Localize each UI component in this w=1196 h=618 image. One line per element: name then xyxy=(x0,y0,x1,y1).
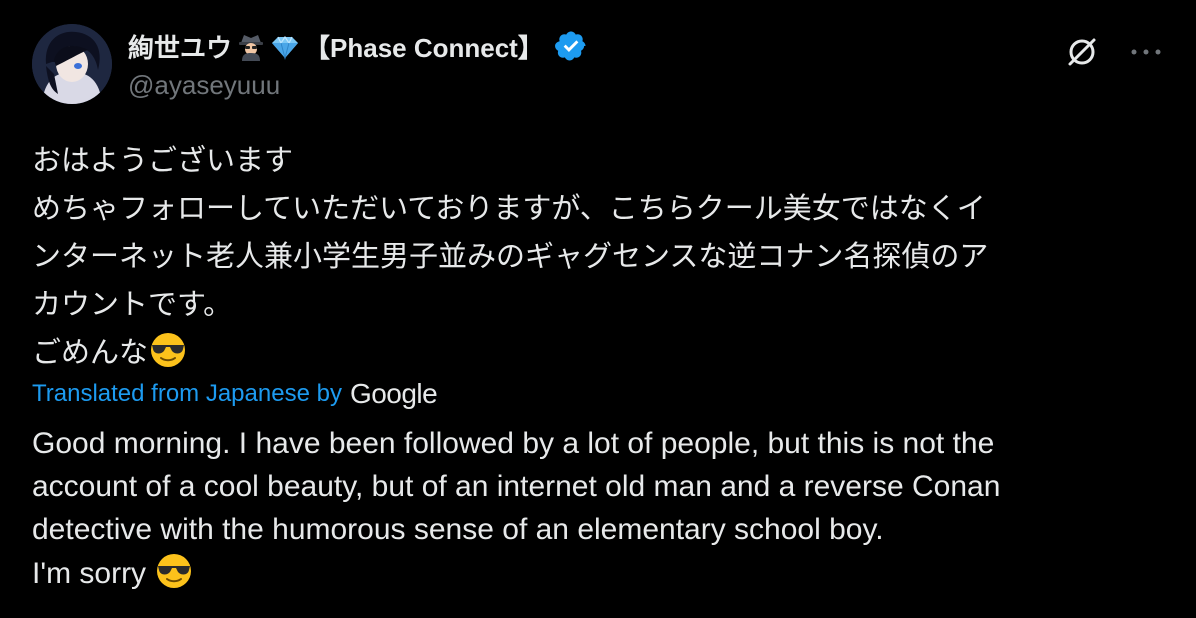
author-name-row[interactable]: 絢世ユウ 【Phase Connect】 xyxy=(128,26,588,66)
grok-icon[interactable] xyxy=(1062,32,1102,72)
gem-icon xyxy=(270,31,300,61)
post-line: ンターネット老人兼小学生男子並みのギャグセンスな逆コナン名探偵のア xyxy=(32,239,989,273)
translated-line: account of a cool beauty, but of an inte… xyxy=(32,470,1001,503)
translated-line-last: I'm sorry xyxy=(32,551,1182,595)
author-handle[interactable]: @ayaseyuuu xyxy=(128,70,280,101)
post-translated-text: Good morning. I have been followed by a … xyxy=(32,422,1182,595)
sunglasses-face-icon xyxy=(148,330,188,370)
verified-badge-icon[interactable] xyxy=(554,29,588,63)
translated-line: Good morning. I have been followed by a … xyxy=(32,427,995,460)
post-original-text: おはようございます めちゃフォローしていただいておりますが、こちらクール美女では… xyxy=(32,136,1172,376)
avatar-image xyxy=(32,24,112,104)
translation-attribution[interactable]: Translated from Japanese by Google xyxy=(32,378,438,410)
post-line: カウントです。 xyxy=(32,287,233,321)
org-tag: 【Phase Connect】 xyxy=(304,32,544,63)
translated-line: detective with the humorous sense of an … xyxy=(32,513,884,546)
post-line: めちゃフォローしていただいておりますが、こちらクール美女ではなくイ xyxy=(32,191,986,225)
display-name[interactable]: 絢世ユウ xyxy=(128,28,232,65)
avatar[interactable] xyxy=(32,24,112,104)
post-line: おはようございます xyxy=(32,143,294,177)
sunglasses-face-icon xyxy=(154,551,194,591)
translated-line: I'm sorry xyxy=(32,557,147,590)
google-logo: Google xyxy=(349,378,438,409)
post-line-last: ごめんな xyxy=(32,328,1172,376)
detective-icon xyxy=(236,31,266,61)
post-line: ごめんな xyxy=(32,335,149,369)
more-icon[interactable] xyxy=(1126,40,1166,64)
translation-label[interactable]: Translated from Japanese by xyxy=(32,380,342,408)
